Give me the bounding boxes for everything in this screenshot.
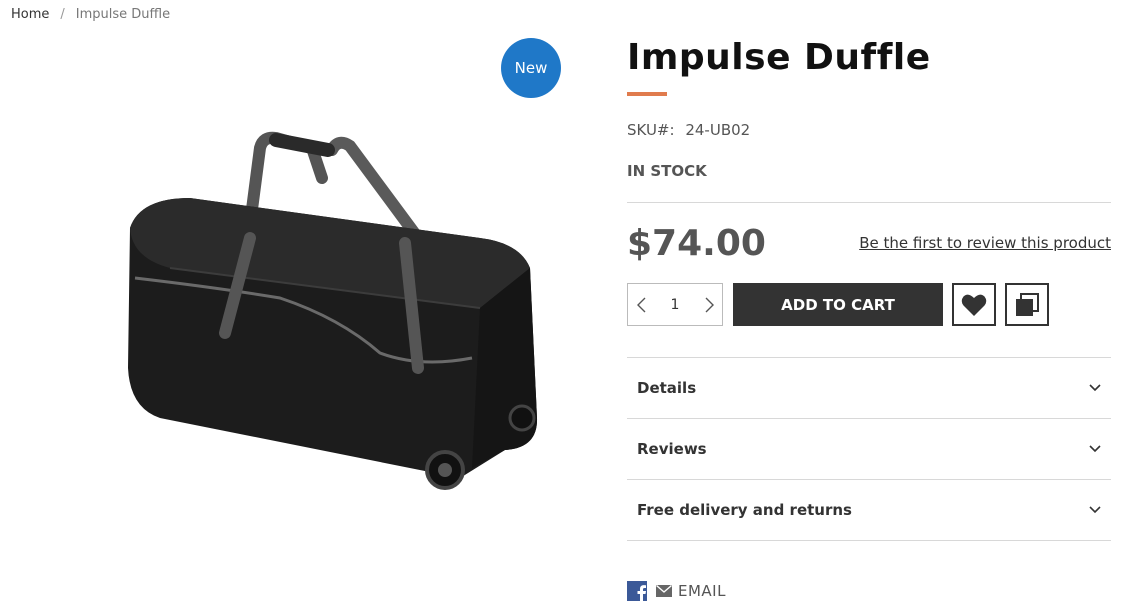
accordion-delivery[interactable]: Free delivery and returns bbox=[627, 480, 1111, 541]
quantity-input[interactable] bbox=[660, 296, 690, 313]
sku-label: SKU#: bbox=[627, 121, 675, 139]
chevron-down-icon bbox=[1089, 506, 1101, 514]
product-sku: SKU#: 24-UB02 bbox=[627, 121, 1111, 139]
breadcrumb: Home / Impulse Duffle bbox=[11, 7, 170, 22]
facebook-icon[interactable] bbox=[627, 581, 647, 601]
product-title: Impulse Duffle bbox=[627, 37, 931, 78]
share-bar: EMAIL bbox=[627, 581, 726, 601]
product-gallery: New bbox=[100, 38, 570, 538]
product-price: $74.00 bbox=[627, 222, 766, 264]
price-row: $74.00 Be the first to review this produ… bbox=[627, 203, 1111, 283]
product-image[interactable] bbox=[100, 118, 560, 508]
cart-actions: ADD TO CART bbox=[627, 283, 1111, 326]
chevron-down-icon bbox=[1089, 384, 1101, 392]
breadcrumb-current: Impulse Duffle bbox=[75, 7, 171, 22]
wishlist-button[interactable] bbox=[952, 283, 996, 326]
sku-value: 24-UB02 bbox=[685, 121, 751, 139]
accordion-reviews[interactable]: Reviews bbox=[627, 419, 1111, 480]
compare-button[interactable] bbox=[1005, 283, 1049, 326]
title-accent-rule bbox=[627, 92, 667, 96]
breadcrumb-home-link[interactable]: Home bbox=[11, 7, 49, 22]
accordion-label: Details bbox=[637, 379, 697, 397]
chevron-down-icon bbox=[1089, 445, 1101, 453]
product-info: Impulse Duffle SKU#: 24-UB02 IN STOCK $7… bbox=[627, 36, 1111, 541]
stock-status: IN STOCK bbox=[627, 162, 707, 180]
new-badge: New bbox=[501, 38, 561, 98]
add-to-cart-button[interactable]: ADD TO CART bbox=[733, 283, 943, 326]
mail-icon[interactable] bbox=[656, 585, 672, 597]
email-share-link[interactable]: EMAIL bbox=[678, 582, 726, 600]
chevron-right-icon[interactable] bbox=[702, 295, 716, 315]
heart-icon bbox=[961, 294, 987, 316]
compare-icon bbox=[1016, 292, 1039, 316]
breadcrumb-separator: / bbox=[60, 7, 65, 22]
quantity-stepper bbox=[627, 283, 723, 326]
chevron-left-icon[interactable] bbox=[634, 295, 648, 315]
review-link[interactable]: Be the first to review this product bbox=[859, 234, 1111, 252]
accordion-label: Reviews bbox=[637, 440, 707, 458]
accordion-label: Free delivery and returns bbox=[637, 501, 852, 519]
accordion-details[interactable]: Details bbox=[627, 358, 1111, 419]
